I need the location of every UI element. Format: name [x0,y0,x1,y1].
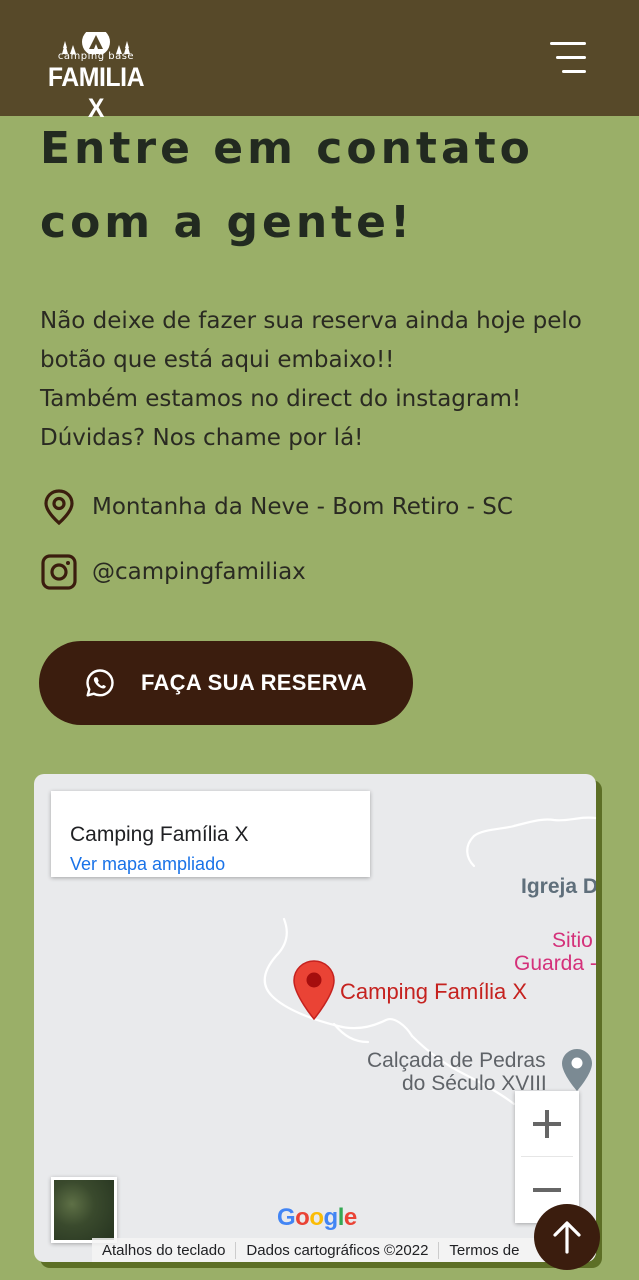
map-label-igreja[interactable]: Igreja D [521,875,596,899]
map-marker-icon[interactable] [292,959,336,1021]
logo-tagline: camping base [57,51,135,62]
map-type-toggle[interactable] [51,1177,117,1243]
paragraph-line: Também estamos no direct do instagram! [40,386,522,412]
map-attribution: Atalhos do teclado Dados cartográficos ©… [92,1238,596,1262]
title-line-1: Entre em contato [40,123,534,174]
poi-marker-icon[interactable] [560,1047,594,1093]
location-pin-icon [44,489,74,526]
google-logo: Google [277,1204,357,1231]
paragraph-line: Dúvidas? Nos chame por lá! [40,425,364,451]
embedded-map[interactable]: Camping Família X Ver mapa ampliado Igre… [34,774,596,1262]
reservation-button-label: FAÇA SUA RESERVA [140,670,368,695]
hamburger-menu-icon[interactable] [548,40,588,76]
map-label-sitio[interactable]: Sitio [552,929,593,953]
map-place-name: Camping Família X [70,823,249,846]
paragraph-line: botão que está aqui embaixo!! [40,347,395,373]
instagram-row[interactable]: @campingfamiliax [40,553,306,591]
keyboard-shortcuts-link[interactable]: Atalhos do teclado [92,1242,235,1259]
arrow-up-icon [553,1221,581,1254]
whatsapp-icon [86,669,114,697]
reservation-button[interactable]: FAÇA SUA RESERVA [39,641,413,725]
instagram-icon [41,554,77,590]
site-header: camping base FAMILIA X [0,0,639,123]
back-to-top-button[interactable] [534,1204,600,1270]
location-row: Montanha da Neve - Bom Retiro - SC [40,488,513,526]
view-larger-map-link[interactable]: Ver mapa ampliado [70,854,225,875]
intro-paragraph: Não deixe de fazer sua reserva ainda hoj… [40,302,620,458]
map-label-sitio-guarda[interactable]: Guarda - [514,952,596,976]
page-title: Entre em contato com a gente! [40,112,620,260]
map-label-calcada[interactable]: Calçada de Pedras [367,1049,546,1073]
brand-logo[interactable]: camping base FAMILIA X [40,24,152,123]
map-label-camping[interactable]: Camping Família X [340,979,527,1005]
title-line-2: com a gente! [40,197,415,248]
map-data-credit[interactable]: Dados cartográficos ©2022 [235,1241,438,1259]
instagram-handle[interactable]: @campingfamiliax [92,559,306,585]
location-text: Montanha da Neve - Bom Retiro - SC [92,494,513,520]
zoom-in-button[interactable] [515,1091,579,1157]
paragraph-line: Não deixe de fazer sua reserva ainda hoj… [40,308,582,334]
satellite-thumbnail [54,1180,114,1240]
terms-link[interactable]: Termos de [438,1241,529,1259]
map-info-card: Camping Família X Ver mapa ampliado [51,791,370,877]
